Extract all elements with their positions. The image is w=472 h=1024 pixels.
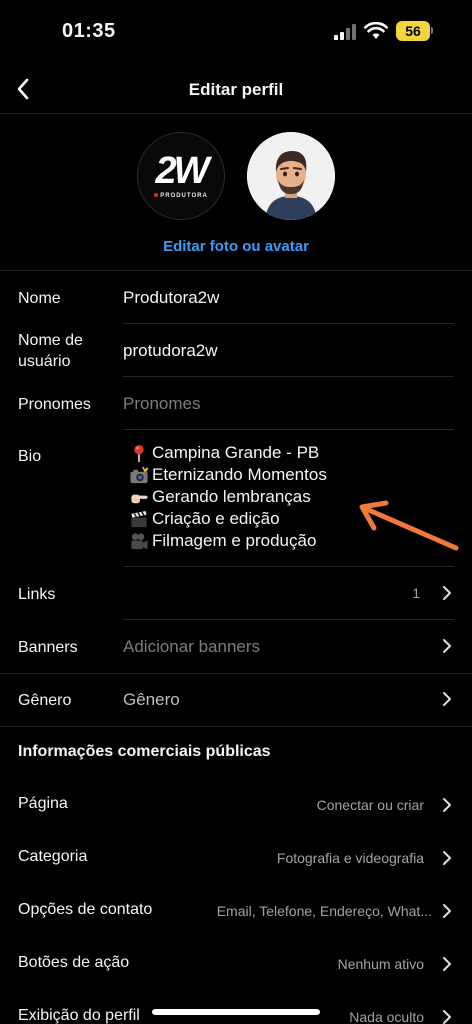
username-field[interactable]: Nome de usuário protudora2w [0, 324, 472, 377]
profile-photo[interactable]: 2W PRODUTORA [137, 132, 225, 220]
business-row-category[interactable]: Categoria Fotografia e videografia [0, 832, 472, 885]
username-label: Nome de usuário [18, 330, 83, 372]
name-value[interactable]: Produtora2w [123, 287, 219, 309]
bio-label: Bio [18, 448, 42, 465]
row-label: Categoria [18, 848, 88, 865]
memoji-avatar-icon [247, 132, 335, 220]
row-value: Fotografia e videografia [276, 850, 424, 866]
bio-line-text: Criação e edição [152, 509, 280, 528]
bio-line-text: Filmagem e produção [152, 531, 317, 550]
header: Editar perfil [0, 64, 472, 114]
username-label-line2: usuário [18, 353, 71, 370]
bio-line-text: Campina Grande - PB [152, 443, 320, 462]
status-time: 01:35 [62, 20, 116, 42]
chevron-right-icon [443, 692, 451, 706]
bio-line: Eternizando Momentos [129, 464, 327, 486]
bio-line: Criação e edição [129, 508, 327, 530]
name-field[interactable]: Nome Produtora2w [0, 272, 472, 324]
bio-line-text: Gerando lembranças [152, 487, 311, 506]
links-field[interactable]: Links 1 [0, 567, 472, 620]
edit-photo-link[interactable]: Editar foto ou avatar [0, 238, 472, 255]
bio-value[interactable]: Campina Grande - PB Eternizando Momentos… [129, 442, 327, 552]
battery-cap [431, 27, 433, 34]
row-label: Exibição do perfil [18, 1007, 140, 1024]
section-title: Informações comerciais públicas [18, 743, 271, 760]
movie-camera-icon [131, 532, 148, 549]
battery-icon: 56 [396, 21, 430, 41]
gender-label: Gênero [18, 692, 72, 709]
status-bar: 01:35 56 [0, 0, 472, 64]
chevron-right-icon [443, 798, 451, 812]
chevron-right-icon [443, 639, 451, 653]
row-value: Nenhum ativo [337, 956, 424, 972]
row-value: Email, Telefone, Endereço, What... [216, 903, 432, 919]
battery-level: 56 [405, 23, 421, 39]
logo-text: 2W [155, 150, 210, 192]
chevron-right-icon [443, 586, 451, 600]
bio-line: Filmagem e produção [129, 530, 327, 552]
business-row-profile-display[interactable]: Exibição do perfil Nada oculto [0, 991, 472, 1024]
pin-icon [134, 444, 144, 462]
home-indicator[interactable] [152, 1009, 320, 1015]
links-count: 1 [412, 585, 420, 601]
wifi-icon [364, 22, 388, 39]
row-label: Botões de ação [18, 954, 130, 971]
camera-flash-icon [130, 466, 149, 483]
banners-label: Banners [18, 639, 78, 656]
name-label: Nome [18, 290, 61, 307]
banners-field[interactable]: Banners Adicionar banners [0, 620, 472, 673]
pronouns-placeholder[interactable]: Pronomes [123, 393, 200, 415]
pointing-hand-icon [131, 494, 148, 503]
cellular-signal-icon [334, 24, 356, 40]
avatar[interactable] [247, 132, 335, 220]
pronouns-field[interactable]: Pronomes Pronomes [0, 377, 472, 430]
clapperboard-icon [131, 510, 147, 527]
bio-line: Gerando lembranças [129, 486, 327, 508]
business-row-action-buttons[interactable]: Botões de ação Nenhum ativo [0, 938, 472, 991]
avatar-row: 2W PRODUTORA [0, 132, 472, 222]
business-row-contact[interactable]: Opções de contato Email, Telefone, Ender… [0, 885, 472, 938]
business-row-page[interactable]: Página Conectar ou criar [0, 779, 472, 832]
chevron-right-icon [443, 904, 451, 918]
chevron-right-icon [443, 1010, 451, 1024]
username-value[interactable]: protudora2w [123, 340, 218, 362]
divider [0, 726, 472, 727]
chevron-right-icon [443, 957, 451, 971]
bio-line-text: Eternizando Momentos [152, 465, 327, 484]
row-value: Conectar ou criar [316, 797, 424, 813]
gender-placeholder[interactable]: Gênero [123, 689, 180, 711]
logo-subtext: PRODUTORA [138, 193, 224, 199]
links-label: Links [18, 586, 56, 603]
row-label: Opções de contato [18, 901, 153, 918]
pronouns-label: Pronomes [18, 396, 91, 413]
divider [0, 270, 472, 271]
page-title: Editar perfil [188, 80, 284, 99]
row-value: Nada oculto [349, 1009, 424, 1024]
username-label-line1: Nome de [18, 332, 83, 349]
row-label: Página [18, 795, 68, 812]
annotation-arrow [359, 500, 459, 551]
banners-placeholder[interactable]: Adicionar banners [123, 636, 260, 658]
gender-field[interactable]: Gênero Gênero [0, 673, 472, 726]
chevron-right-icon [443, 851, 451, 865]
bio-line: Campina Grande - PB [129, 442, 327, 464]
